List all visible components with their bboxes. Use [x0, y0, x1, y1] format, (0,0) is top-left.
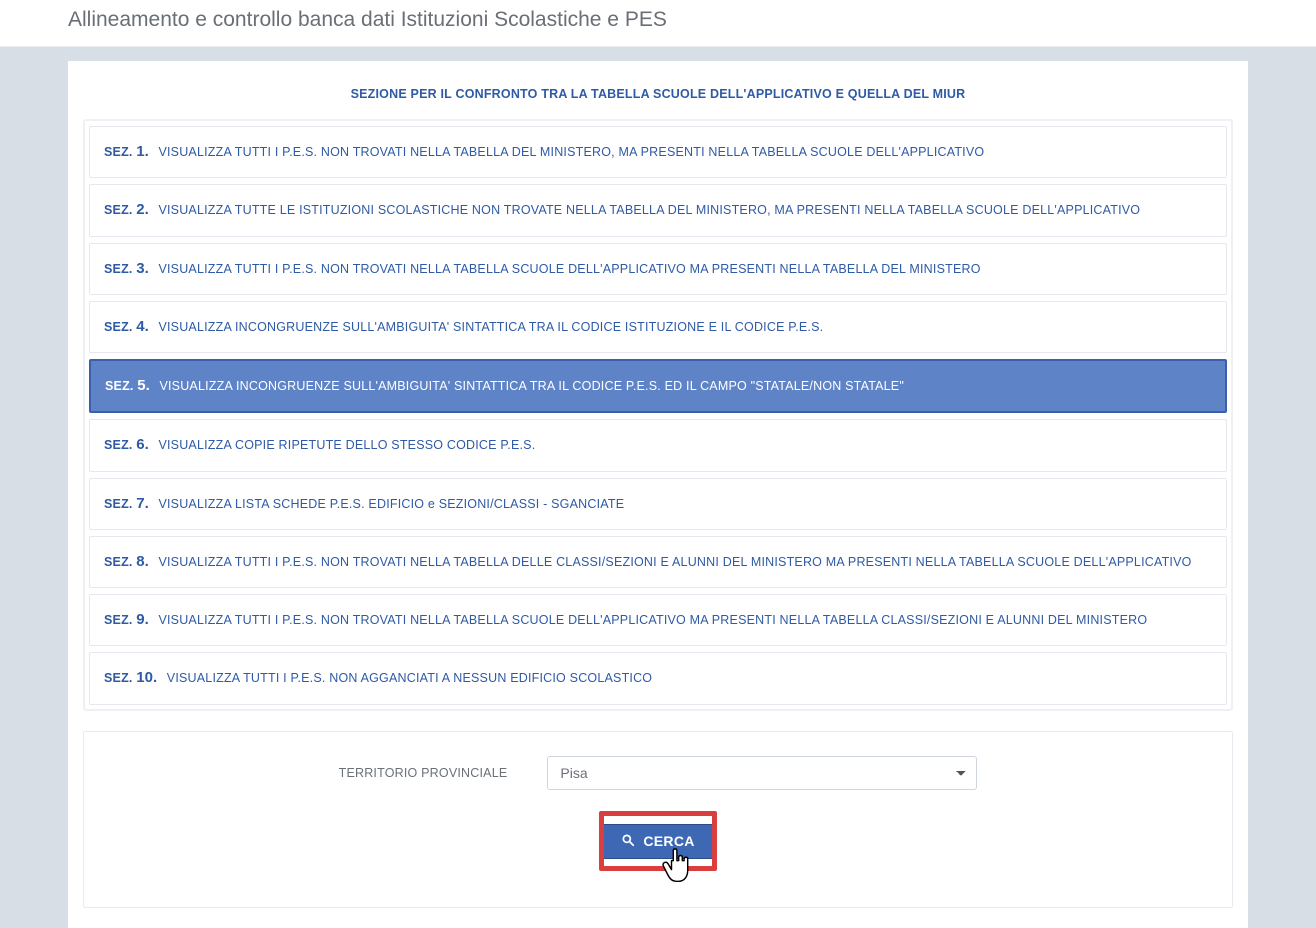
section-number: 9.	[136, 611, 149, 628]
section-prefix: SEZ.	[104, 613, 136, 627]
main-panel: SEZIONE PER IL CONFRONTO TRA LA TABELLA …	[68, 61, 1248, 928]
filter-panel: TERRITORIO PROVINCIALE Pisa CERCA	[83, 731, 1233, 908]
page-title: Allineamento e controllo banca dati Isti…	[68, 8, 1316, 32]
section-number: 5.	[137, 377, 150, 394]
section-description: VISUALIZZA INCONGRUENZE SULL'AMBIGUITA' …	[155, 320, 824, 334]
section-prefix: SEZ.	[104, 555, 136, 569]
section-accordion: SEZ. 1. VISUALIZZA TUTTI I P.E.S. NON TR…	[83, 119, 1233, 711]
search-button-wrap: CERCA	[104, 824, 1212, 859]
section-description: VISUALIZZA COPIE RIPETUTE DELLO STESSO C…	[155, 438, 536, 452]
top-bar: Allineamento e controllo banca dati Isti…	[0, 0, 1316, 47]
section-number: 10.	[136, 669, 157, 686]
section-prefix: SEZ.	[104, 671, 136, 685]
panel-title: SEZIONE PER IL CONFRONTO TRA LA TABELLA …	[83, 87, 1233, 101]
section-item-sez-9[interactable]: SEZ. 9. VISUALIZZA TUTTI I P.E.S. NON TR…	[89, 594, 1227, 646]
search-icon	[621, 833, 635, 850]
section-number: 6.	[136, 436, 149, 453]
section-number: 4.	[136, 318, 149, 335]
section-item-sez-2[interactable]: SEZ. 2. VISUALIZZA TUTTE LE ISTITUZIONI …	[89, 184, 1227, 236]
section-number: 1.	[136, 143, 149, 160]
filter-row: TERRITORIO PROVINCIALE Pisa	[104, 756, 1212, 790]
cerca-button[interactable]: CERCA	[600, 824, 715, 859]
section-description: VISUALIZZA TUTTI I P.E.S. NON TROVATI NE…	[155, 613, 1148, 627]
territorio-select[interactable]: Pisa	[547, 756, 977, 790]
section-item-sez-10[interactable]: SEZ. 10. VISUALIZZA TUTTI I P.E.S. NON A…	[89, 652, 1227, 704]
section-number: 3.	[136, 260, 149, 277]
section-number: 7.	[136, 495, 149, 512]
cerca-button-label: CERCA	[643, 833, 694, 849]
section-description: VISUALIZZA TUTTI I P.E.S. NON TROVATI NE…	[155, 145, 985, 159]
section-item-sez-4[interactable]: SEZ. 4. VISUALIZZA INCONGRUENZE SULL'AMB…	[89, 301, 1227, 353]
section-description: VISUALIZZA TUTTI I P.E.S. NON TROVATI NE…	[155, 262, 981, 276]
section-description: VISUALIZZA TUTTI I P.E.S. NON AGGANCIATI…	[163, 671, 652, 685]
section-description: VISUALIZZA INCONGRUENZE SULL'AMBIGUITA' …	[156, 379, 904, 393]
section-description: VISUALIZZA LISTA SCHEDE P.E.S. EDIFICIO …	[155, 497, 624, 511]
section-prefix: SEZ.	[104, 203, 136, 217]
section-prefix: SEZ.	[105, 379, 137, 393]
section-prefix: SEZ.	[104, 497, 136, 511]
section-item-sez-7[interactable]: SEZ. 7. VISUALIZZA LISTA SCHEDE P.E.S. E…	[89, 478, 1227, 530]
section-number: 8.	[136, 553, 149, 570]
section-number: 2.	[136, 201, 149, 218]
section-prefix: SEZ.	[104, 262, 136, 276]
section-item-sez-8[interactable]: SEZ. 8. VISUALIZZA TUTTI I P.E.S. NON TR…	[89, 536, 1227, 588]
section-description: VISUALIZZA TUTTE LE ISTITUZIONI SCOLASTI…	[155, 203, 1140, 217]
section-prefix: SEZ.	[104, 438, 136, 452]
section-prefix: SEZ.	[104, 320, 136, 334]
section-item-sez-6[interactable]: SEZ. 6. VISUALIZZA COPIE RIPETUTE DELLO …	[89, 419, 1227, 471]
section-item-sez-3[interactable]: SEZ. 3. VISUALIZZA TUTTI I P.E.S. NON TR…	[89, 243, 1227, 295]
section-item-sez-1[interactable]: SEZ. 1. VISUALIZZA TUTTI I P.E.S. NON TR…	[89, 126, 1227, 178]
section-description: VISUALIZZA TUTTI I P.E.S. NON TROVATI NE…	[155, 555, 1192, 569]
filter-label-territorio: TERRITORIO PROVINCIALE	[339, 766, 508, 780]
section-item-sez-5[interactable]: SEZ. 5. VISUALIZZA INCONGRUENZE SULL'AMB…	[89, 359, 1227, 413]
section-prefix: SEZ.	[104, 145, 136, 159]
